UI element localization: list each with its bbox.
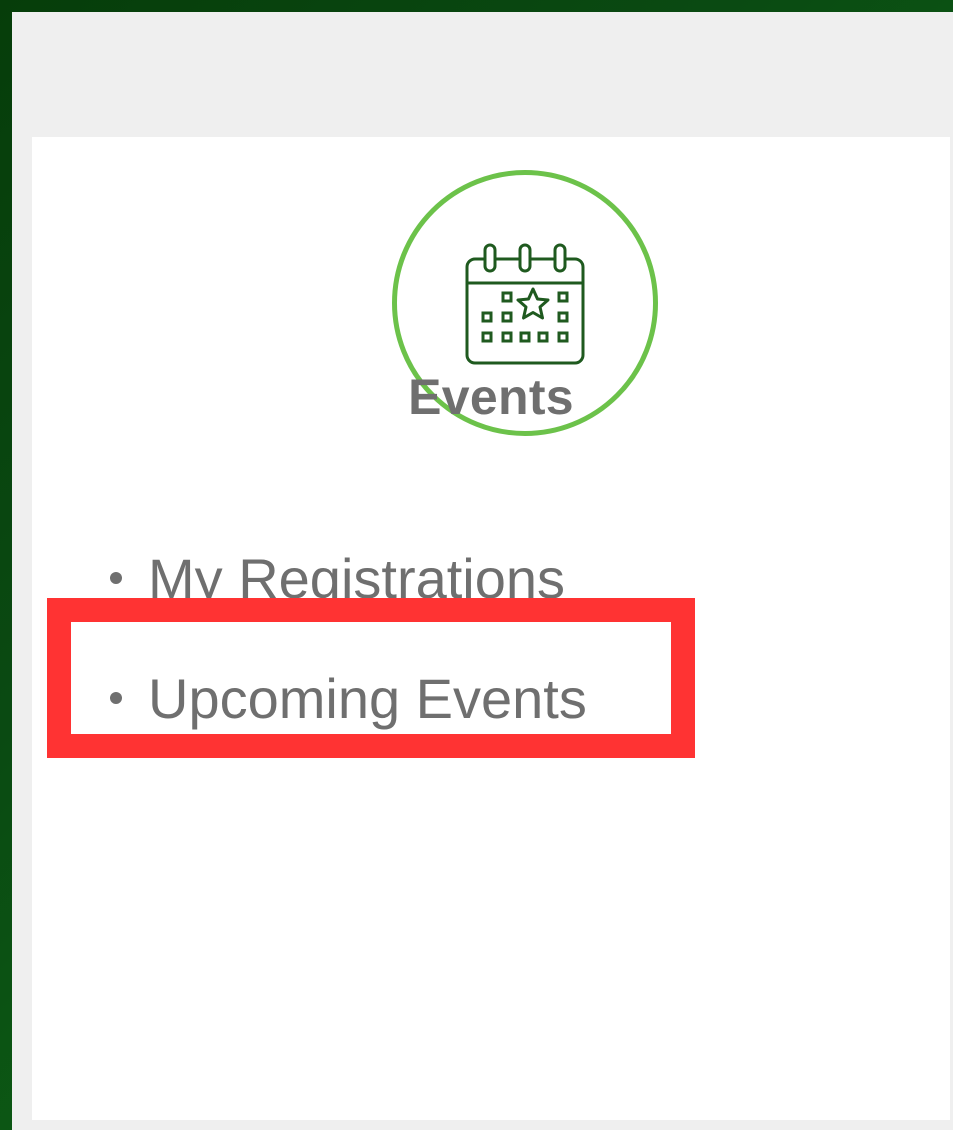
- bullet-icon: [110, 692, 122, 704]
- page-title: Events: [408, 369, 574, 425]
- menu-item-upcoming-events[interactable]: Upcoming Events: [100, 638, 587, 758]
- menu-item-label[interactable]: Upcoming Events: [148, 666, 587, 731]
- calendar-star-icon: [465, 243, 585, 365]
- menu-item-label[interactable]: My Registrations: [148, 546, 565, 611]
- bullet-icon: [110, 572, 122, 584]
- menu-item-my-registrations[interactable]: My Registrations: [100, 518, 587, 638]
- events-menu: My Registrations Upcoming Events: [100, 518, 587, 758]
